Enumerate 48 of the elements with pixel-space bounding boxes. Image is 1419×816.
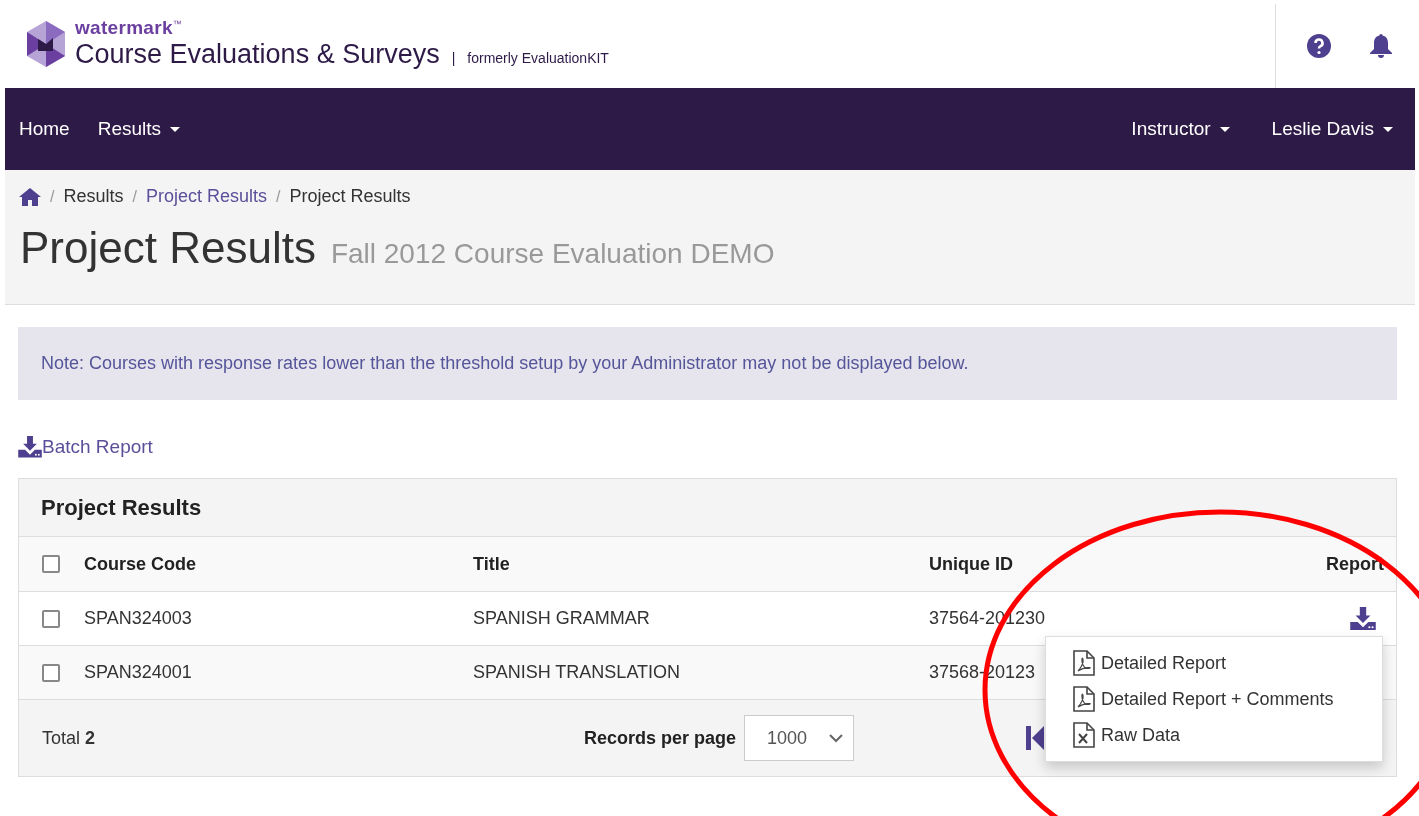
pdf-file-icon [1073, 686, 1095, 712]
records-label: Records per page [583, 727, 737, 749]
nav-link[interactable]: Results [83, 88, 195, 170]
breadcrumb-separator: / [49, 187, 56, 206]
checkbox[interactable] [42, 663, 60, 682]
brand-name: watermark [75, 16, 173, 38]
breadcrumb-separator: / [275, 187, 282, 206]
breadcrumb-item: Project Results [289, 186, 411, 207]
download-icon [18, 436, 42, 458]
breadcrumb-item: Results [63, 186, 124, 207]
note-banner: Note: Courses with response rates lower than the threshold setup by your Administrator may not be displayed below. [18, 327, 1397, 400]
nav-link[interactable]: Leslie Davis [1257, 88, 1407, 170]
chevron-down-icon[interactable] [829, 733, 844, 743]
separator: | [451, 49, 456, 66]
batch-report-link[interactable]: Batch Report [18, 428, 153, 458]
column-header[interactable]: Title [473, 553, 510, 575]
checkbox[interactable] [42, 555, 60, 573]
nav-link[interactable]: Instructor [1117, 88, 1244, 170]
bell-icon[interactable] [1369, 33, 1393, 59]
table-cell: SPAN324003 [84, 608, 192, 629]
table-cell: SPAN324001 [84, 662, 192, 683]
download-icon[interactable] [1350, 606, 1376, 631]
column-header[interactable]: Course Code [84, 553, 197, 575]
menu-item[interactable]: Raw Data [1046, 717, 1382, 753]
breadcrumb-separator: / [131, 187, 138, 206]
menu-item[interactable]: Detailed Report + Comments [1046, 681, 1382, 717]
nav-link[interactable]: Home [5, 88, 84, 170]
records-per-page-select[interactable]: 1000 [744, 715, 855, 761]
logo-icon [25, 21, 67, 67]
home-icon[interactable] [19, 187, 41, 206]
help-icon[interactable] [1307, 34, 1331, 58]
spreadsheet-file-icon [1073, 722, 1095, 748]
product-name: Course Evaluations & Surveys [75, 37, 440, 70]
first-page-icon[interactable] [1026, 726, 1045, 750]
trademark: ™ [172, 18, 182, 29]
column-header[interactable]: Unique ID [929, 553, 1013, 575]
panel-title: Project Results [19, 479, 1396, 537]
total-count: Total 2 [42, 727, 97, 749]
checkbox[interactable] [42, 609, 60, 628]
tagline: formerly EvaluationKIT [467, 49, 609, 66]
menu-item[interactable]: Detailed Report [1046, 645, 1382, 681]
table-cell: SPANISH GRAMMAR [473, 608, 650, 629]
table-cell: SPANISH TRANSLATION [473, 662, 681, 683]
pdf-file-icon [1073, 650, 1095, 676]
column-header[interactable]: Report [1326, 553, 1384, 575]
breadcrumb-link[interactable]: Project Results [145, 186, 267, 207]
page-title: Project Results [20, 223, 316, 273]
page-subtitle: Fall 2012 Course Evaluation DEMO [330, 238, 775, 270]
